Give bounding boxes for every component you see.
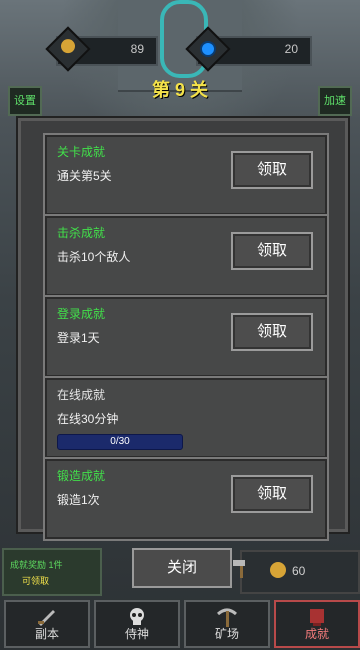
coin-icon [61,39,75,54]
achievement-card-kill: 击杀成就 击杀10个敌人 领取 [43,214,329,298]
nav-label: 侍神 [124,627,149,641]
claim-button[interactable]: 领取 [231,232,313,270]
notice-line1: 成就奖励 1件 [10,560,63,570]
level-title: 第 9 关 [151,80,208,100]
settings-button[interactable]: 设置 [8,86,42,116]
achievement-desc: 锻造1次 [57,493,100,507]
claim-button[interactable]: 领取 [231,313,313,351]
notice-line2: 可领取 [22,576,50,586]
achievement-title: 锻造成就 [57,469,106,483]
nav-spirit[interactable]: 侍神 [94,600,180,648]
claim-button[interactable]: 领取 [231,151,313,189]
gem-counter: 20 [185,26,312,72]
nav-achievements[interactable]: 成就 [274,600,360,648]
achievement-title: 关卡成就 [57,145,106,159]
achievement-title: 击杀成就 [57,226,106,240]
achievements-modal: 关卡成就 通关第5关 领取 击杀成就 击杀10个敌人 领取 登录成就 登录1天 … [18,118,348,541]
nav-dungeon[interactable]: 副本 [4,600,90,648]
claim-button[interactable]: 领取 [231,475,313,513]
achievement-desc: 在线30分钟 [57,412,119,426]
achievement-card-level: 关卡成就 通关第5关 领取 [43,133,329,217]
gem-icon [196,37,220,61]
coin-icon [270,562,286,578]
achievement-card-login: 登录成就 登录1天 领取 [43,295,329,379]
gem-value: 20 [284,42,298,56]
close-button[interactable]: 关闭 [132,548,232,588]
online-progress-bar: 0/30 [57,434,183,450]
nav-mine[interactable]: 矿场 [184,600,270,648]
progress-label: 0/30 [110,436,130,447]
nav-label: 副本 [34,627,59,641]
achievement-desc: 通关第5关 [57,169,112,183]
achievement-card-forge: 锻造成就 锻造1次 领取 [43,457,329,541]
achievement-card-online: 在线成就 在线30分钟 0/30 [43,376,329,460]
coin-value: 89 [130,42,144,56]
coin-counter: 89 [45,26,158,72]
achievement-notice[interactable]: 成就奖励 1件 可领取 [2,548,102,596]
nav-label: 矿场 [214,627,239,641]
nav-label: 成就 [304,627,329,641]
forge-price: 60 [292,564,306,578]
achievement-title: 登录成就 [57,307,106,321]
achievement-desc: 登录1天 [57,331,100,345]
achievement-title: 在线成就 [57,388,106,402]
achievement-desc: 击杀10个敌人 [57,250,131,264]
speed-button[interactable]: 加速 [318,86,352,116]
hammer-icon [233,560,245,578]
